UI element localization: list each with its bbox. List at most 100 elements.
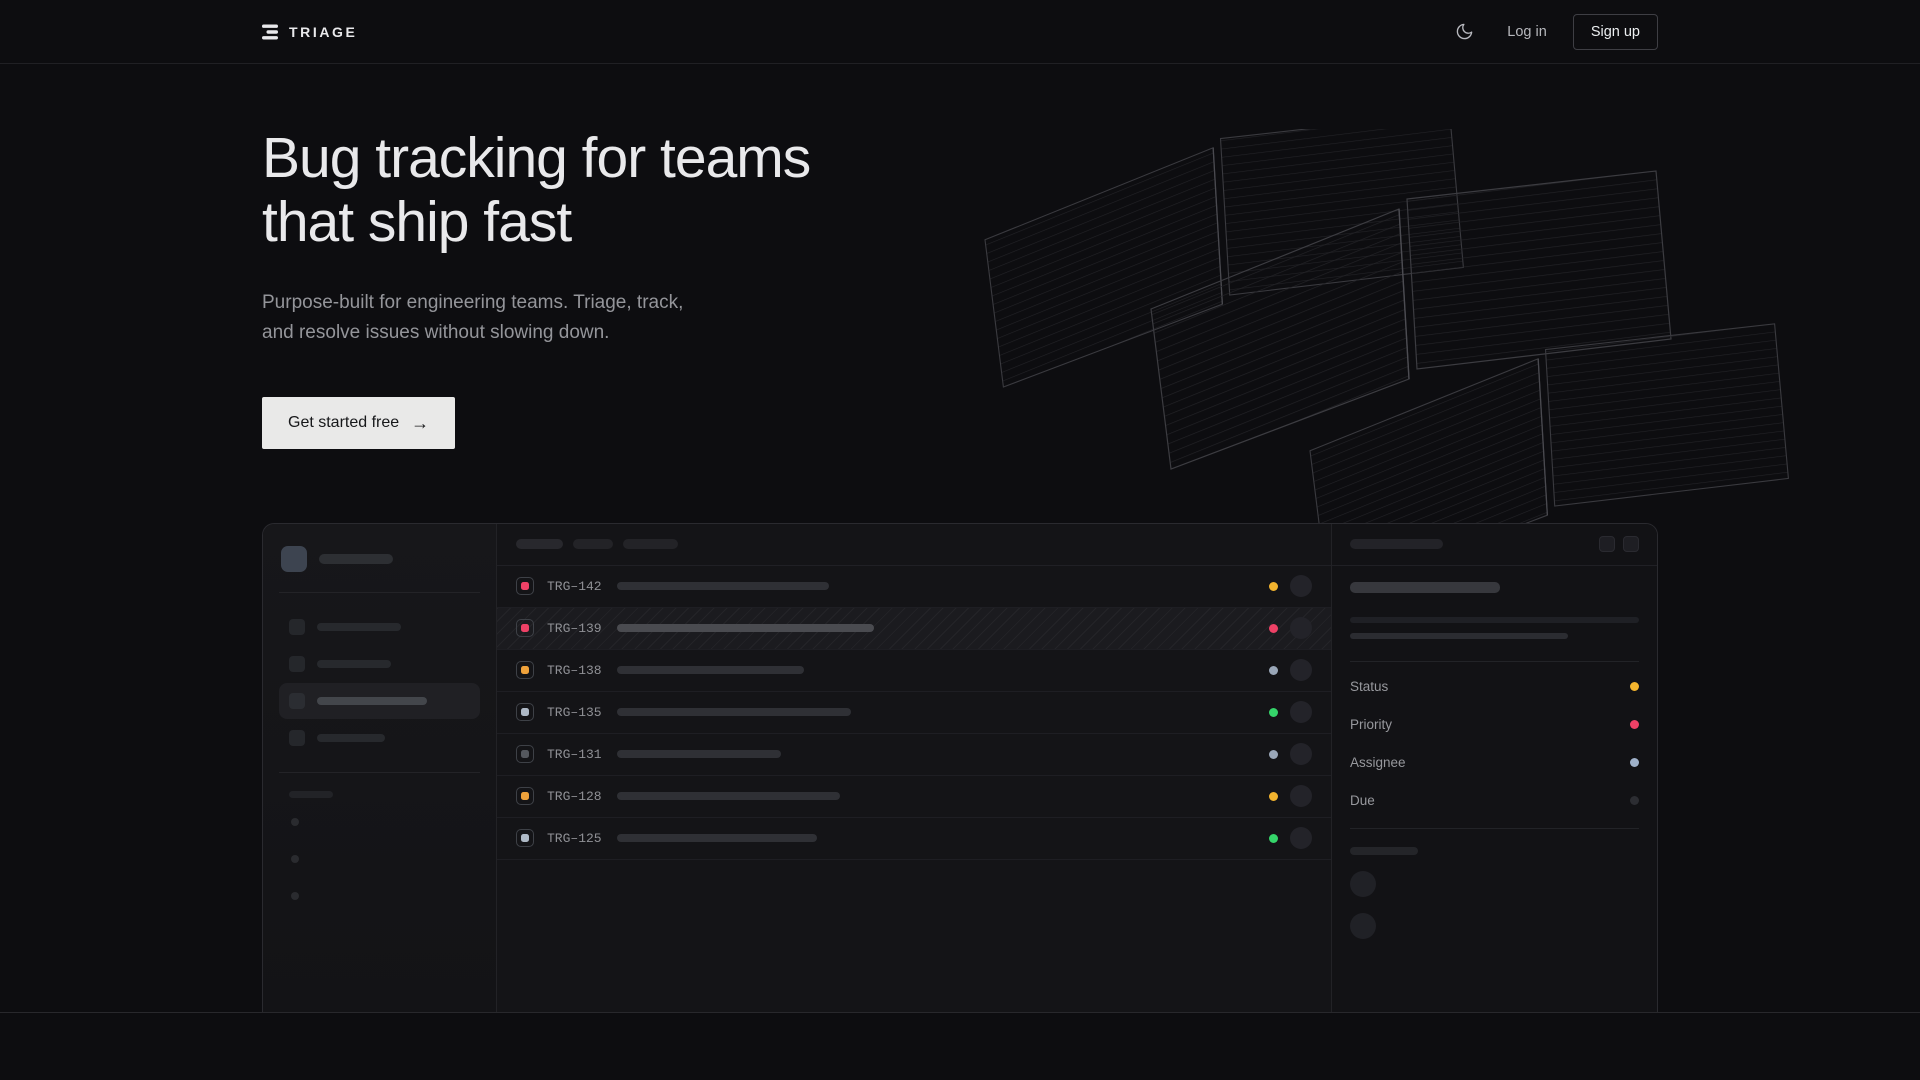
detail-panel-body: Status Priority Assignee Due bbox=[1332, 582, 1657, 939]
hero-subheading: Purpose-built for engineering teams. Tri… bbox=[262, 288, 702, 348]
sidebar-list-dot bbox=[291, 892, 299, 900]
activity-avatar-skeleton bbox=[1350, 913, 1376, 939]
priority-icon bbox=[516, 745, 534, 763]
sign-up-button[interactable]: Sign up bbox=[1573, 14, 1658, 50]
filter-tab-skeleton bbox=[516, 539, 563, 549]
priority-icon bbox=[516, 577, 534, 595]
property-value-dot bbox=[1630, 758, 1639, 767]
priority-icon bbox=[516, 829, 534, 847]
issue-id: TRG–139 bbox=[547, 621, 602, 636]
priority-icon bbox=[516, 661, 534, 679]
description-line-skeleton bbox=[1350, 617, 1639, 623]
issue-title-skeleton bbox=[617, 666, 804, 674]
status-dot bbox=[1269, 750, 1278, 759]
mockup-workspace-row bbox=[279, 542, 480, 576]
property-label: Status bbox=[1350, 679, 1388, 694]
issue-row: TRG–131 bbox=[497, 734, 1331, 776]
detail-panel-header bbox=[1332, 524, 1657, 566]
assignee-avatar-skeleton bbox=[1290, 617, 1312, 639]
log-in-link[interactable]: Log in bbox=[1507, 24, 1547, 40]
nav-icon-skeleton bbox=[289, 730, 305, 746]
sidebar-list-dot bbox=[291, 818, 299, 826]
assignee-avatar-skeleton bbox=[1290, 785, 1312, 807]
status-dot bbox=[1269, 792, 1278, 801]
top-nav: TRIAGE Log in Sign up bbox=[0, 0, 1920, 64]
hero-section: Bug tracking for teams that ship fast Pu… bbox=[0, 64, 1920, 1013]
priority-icon-dot bbox=[521, 582, 529, 590]
panel-action-skeleton bbox=[1623, 536, 1639, 552]
brand-name: TRIAGE bbox=[289, 24, 358, 40]
issue-title-skeleton bbox=[617, 708, 851, 716]
assignee-avatar-skeleton bbox=[1290, 575, 1312, 597]
get-started-label: Get started free bbox=[288, 414, 399, 432]
hero-heading-line1: Bug tracking for teams bbox=[262, 126, 810, 190]
assignee-avatar-skeleton bbox=[1290, 701, 1312, 723]
issue-row: TRG–138 bbox=[497, 650, 1331, 692]
issue-title-skeleton bbox=[617, 624, 874, 632]
filter-tab-skeleton bbox=[573, 539, 613, 549]
property-row: Status bbox=[1350, 668, 1639, 706]
app-preview-mockup: TRG–142 TRG–139 bbox=[262, 523, 1658, 1012]
sidebar-divider bbox=[279, 772, 480, 773]
arrow-right-icon: → bbox=[411, 414, 429, 432]
panel-divider bbox=[1350, 661, 1639, 662]
status-dot bbox=[1269, 666, 1278, 675]
issue-id: TRG–125 bbox=[547, 831, 602, 846]
nav-icon-skeleton bbox=[289, 656, 305, 672]
assignee-avatar-skeleton bbox=[1290, 827, 1312, 849]
mockup-issue-list: TRG–142 TRG–139 bbox=[497, 524, 1331, 1012]
brand-logo[interactable]: TRIAGE bbox=[262, 24, 358, 40]
panel-title-skeleton bbox=[1350, 539, 1443, 549]
property-value-dot bbox=[1630, 720, 1639, 729]
nav-label-skeleton bbox=[317, 660, 391, 668]
mockup-nav-item bbox=[279, 646, 480, 682]
mockup-nav-item bbox=[279, 720, 480, 756]
footer-section bbox=[0, 1013, 1920, 1079]
priority-icon bbox=[516, 619, 534, 637]
priority-icon-dot bbox=[521, 624, 529, 632]
issue-id: TRG–135 bbox=[547, 705, 602, 720]
nav-icon-skeleton bbox=[289, 693, 305, 709]
issue-row: TRG–139 bbox=[497, 608, 1331, 650]
issue-row: TRG–135 bbox=[497, 692, 1331, 734]
status-dot bbox=[1269, 624, 1278, 633]
mockup-nav-item-active bbox=[279, 683, 480, 719]
issue-id: TRG–128 bbox=[547, 789, 602, 804]
issue-list-header bbox=[497, 524, 1331, 566]
priority-icon-dot bbox=[521, 792, 529, 800]
priority-icon bbox=[516, 787, 534, 805]
property-label: Assignee bbox=[1350, 755, 1406, 770]
issue-id: TRG–131 bbox=[547, 747, 602, 762]
assignee-avatar-skeleton bbox=[1290, 743, 1312, 765]
panel-divider bbox=[1350, 828, 1639, 829]
issue-title-skeleton bbox=[617, 582, 829, 590]
theme-toggle-button[interactable] bbox=[1447, 15, 1481, 49]
assignee-avatar-skeleton bbox=[1290, 659, 1312, 681]
property-label: Due bbox=[1350, 793, 1375, 808]
get-started-button[interactable]: Get started free → bbox=[262, 397, 455, 449]
sidebar-divider bbox=[279, 592, 480, 593]
nav-label-skeleton bbox=[317, 623, 401, 631]
status-dot bbox=[1269, 708, 1278, 717]
panel-action-skeleton bbox=[1599, 536, 1615, 552]
nav-label-skeleton bbox=[317, 734, 385, 742]
sidebar-section-label-skeleton bbox=[289, 791, 333, 798]
property-row: Due bbox=[1350, 782, 1639, 820]
sidebar-list-dot bbox=[291, 855, 299, 863]
property-label: Priority bbox=[1350, 717, 1392, 732]
issue-row: TRG–125 bbox=[497, 818, 1331, 860]
property-row: Priority bbox=[1350, 706, 1639, 744]
property-value-dot bbox=[1630, 682, 1639, 691]
activity-avatar-skeleton bbox=[1350, 871, 1376, 897]
workspace-avatar-skeleton bbox=[281, 546, 307, 572]
priority-icon-dot bbox=[521, 750, 529, 758]
status-dot bbox=[1269, 834, 1278, 843]
priority-icon bbox=[516, 703, 534, 721]
issue-title-skeleton bbox=[617, 792, 840, 800]
issue-row: TRG–142 bbox=[497, 566, 1331, 608]
property-row: Assignee bbox=[1350, 744, 1639, 782]
issue-row: TRG–128 bbox=[497, 776, 1331, 818]
priority-icon-dot bbox=[521, 708, 529, 716]
property-value-dot bbox=[1630, 796, 1639, 805]
nav-label-skeleton bbox=[317, 697, 427, 705]
